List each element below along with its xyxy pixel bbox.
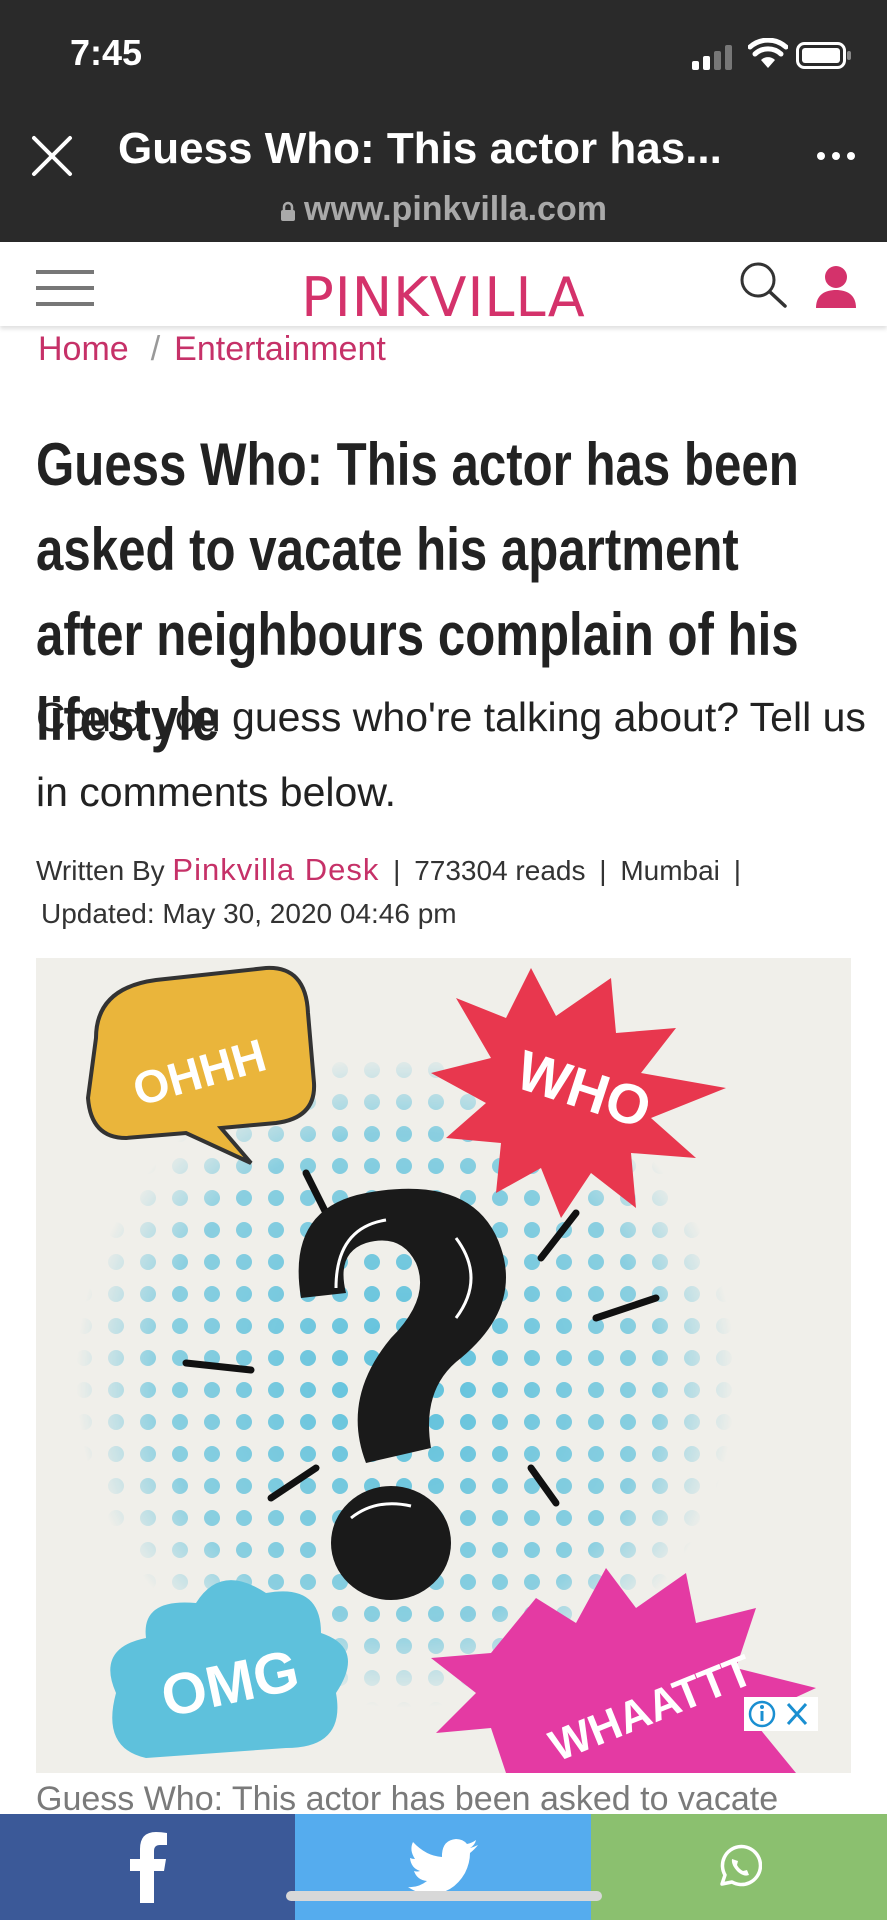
article-byline: Written By Pinkvilla Desk | 773304 reads…: [36, 852, 741, 929]
user-account-icon[interactable]: [814, 264, 858, 310]
site-navbar: PINKVILLA: [0, 242, 887, 329]
breadcrumb-separator: /: [150, 330, 161, 368]
whatsapp-icon: [720, 1844, 762, 1887]
location: Mumbai: [620, 855, 720, 886]
wifi-icon: [748, 38, 788, 68]
facebook-icon: [129, 1832, 167, 1903]
cellular-signal-icon: [692, 44, 734, 70]
breadcrumb-home-link[interactable]: Home: [38, 330, 129, 368]
url-bar[interactable]: www.pinkvilla.com: [0, 190, 887, 229]
status-time: 7:45: [70, 32, 143, 73]
breadcrumb: Home / Entertainment: [38, 330, 386, 369]
omg-cloud: OMG: [110, 1580, 349, 1758]
guess-who-illustration: OHHH WHO OMG WHAATTT: [76, 965, 816, 1773]
share-whatsapp-button[interactable]: [591, 1814, 887, 1920]
breadcrumb-section-link[interactable]: Entertainment: [174, 330, 386, 368]
share-twitter-button[interactable]: [295, 1814, 591, 1920]
status-bar: 7:45: [0, 0, 887, 100]
share-bar: [0, 1814, 887, 1920]
browser-header: Guess Who: This actor has... www.pinkvil…: [0, 100, 887, 242]
author-link[interactable]: Pinkvilla Desk: [172, 852, 379, 887]
share-facebook-button[interactable]: [0, 1814, 295, 1920]
twitter-icon: [408, 1839, 478, 1894]
ad-choices-badge[interactable]: [744, 1697, 818, 1731]
close-icon[interactable]: [28, 132, 76, 180]
lock-icon: [281, 201, 296, 221]
article-hero-image[interactable]: OHHH WHO OMG WHAATTT: [36, 958, 851, 1773]
ad-info-icon: [748, 1700, 808, 1728]
search-icon[interactable]: [738, 260, 788, 310]
url-text: www.pinkvilla.com: [304, 190, 607, 228]
battery-icon: [796, 42, 851, 69]
home-indicator: [286, 1891, 602, 1901]
updated-date: Updated: May 30, 2020 04:46 pm: [41, 898, 457, 929]
written-by-label: Written By: [36, 855, 165, 886]
article-subhead: Could you guess who're talking about? Te…: [36, 694, 866, 815]
page-title: Guess Who: This actor has...: [118, 124, 722, 173]
read-count: 773304 reads: [414, 855, 586, 886]
more-options-icon[interactable]: [816, 150, 856, 162]
